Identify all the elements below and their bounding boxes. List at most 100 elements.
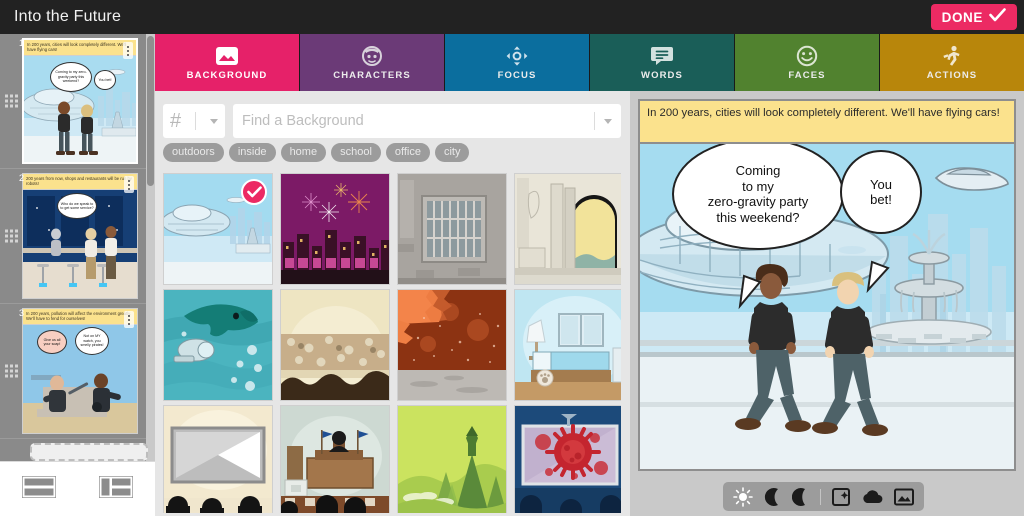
smiley-icon bbox=[795, 45, 819, 67]
crescent-icon[interactable] bbox=[791, 487, 810, 507]
layout-toolbar bbox=[0, 461, 155, 516]
chip-home[interactable]: home bbox=[280, 143, 327, 162]
panel-menu-button[interactable] bbox=[123, 42, 133, 59]
background-grid bbox=[163, 173, 621, 513]
panel-speech-bubble: Not on MY watch, you smelly pirates! bbox=[75, 327, 109, 355]
panel-number: 1 bbox=[19, 38, 25, 48]
layout-mixed-button[interactable] bbox=[98, 474, 134, 503]
tab-label: FOCUS bbox=[497, 69, 537, 81]
background-card-courtroom-bench[interactable] bbox=[280, 405, 390, 513]
panel-thumbnail[interactable]: In 200 years, cities will look completel… bbox=[22, 38, 138, 164]
chip-inside[interactable]: inside bbox=[228, 143, 276, 162]
panel-thumbnail[interactable]: In 200 years, pollution will affect the … bbox=[22, 308, 138, 434]
sun-icon[interactable] bbox=[733, 486, 754, 507]
drag-handle-icon[interactable] bbox=[5, 364, 18, 378]
check-icon bbox=[989, 7, 1006, 27]
panel-artwork: Give us all your soap! Not on MY watch, … bbox=[23, 325, 137, 433]
search-input[interactable] bbox=[242, 113, 594, 129]
done-button[interactable]: DONE bbox=[930, 4, 1017, 30]
panel-speech-bubble: Give us all your soap! bbox=[37, 330, 67, 354]
tab-label: CHARACTERS bbox=[333, 69, 411, 81]
add-panel-dropzone[interactable] bbox=[30, 443, 148, 461]
add-scene-icon[interactable] bbox=[831, 487, 851, 507]
background-card-virus-projection[interactable] bbox=[514, 405, 621, 513]
panel-caption-text[interactable]: In 200 years, cities will look completel… bbox=[640, 101, 1014, 144]
panel-menu-button[interactable] bbox=[124, 176, 134, 193]
list-item[interactable]: 3 In 200 years, pollution will affect th… bbox=[0, 304, 146, 439]
image-icon[interactable] bbox=[893, 488, 914, 506]
background-card-ancient-temple-arch[interactable] bbox=[514, 173, 621, 285]
moon-icon[interactable] bbox=[764, 487, 782, 507]
hash-icon: # bbox=[169, 110, 182, 132]
panel-caption: In 200 years, cities will look completel… bbox=[24, 40, 136, 56]
list-item[interactable]: 2 200 years from now, shops and restaura… bbox=[0, 169, 146, 304]
active-panel[interactable]: In 200 years, cities will look completel… bbox=[638, 99, 1016, 471]
search-field-wrapper[interactable] bbox=[233, 104, 621, 138]
panel-thumbnail[interactable]: 200 years from now, shops and restaurant… bbox=[22, 173, 138, 299]
chip-city[interactable]: city bbox=[434, 143, 470, 162]
editor-tabs: BACKGROUND CHARACTERS FOCUS WORDS FACES … bbox=[155, 34, 1024, 95]
background-card-green-hills-tower[interactable] bbox=[397, 405, 507, 513]
panel-caption: In 200 years, pollution will affect the … bbox=[23, 309, 137, 325]
image-icon bbox=[215, 45, 239, 67]
tab-label: FACES bbox=[788, 69, 826, 81]
panel-menu-button[interactable] bbox=[124, 311, 134, 328]
tab-words[interactable]: WORDS bbox=[590, 34, 735, 91]
tab-label: WORDS bbox=[641, 69, 683, 81]
person-icon bbox=[360, 45, 384, 67]
tab-label: BACKGROUND bbox=[186, 69, 268, 81]
divider bbox=[820, 488, 821, 505]
drag-handle-icon[interactable] bbox=[5, 229, 18, 243]
background-card-prison-cell-window[interactable] bbox=[397, 173, 507, 285]
tab-focus[interactable]: FOCUS bbox=[445, 34, 590, 91]
runner-icon bbox=[940, 45, 964, 67]
app-header: Into the Future DONE bbox=[0, 0, 1024, 34]
page-title: Into the Future bbox=[14, 8, 122, 25]
divider bbox=[594, 112, 595, 130]
panel-characters-icon bbox=[56, 101, 98, 155]
speech-icon bbox=[650, 45, 674, 67]
sidebar-scrollbar[interactable] bbox=[146, 34, 155, 461]
panel-caption: 200 years from now, shops and restaurant… bbox=[23, 174, 137, 190]
tab-faces[interactable]: FACES bbox=[735, 34, 880, 91]
cloud-icon[interactable] bbox=[862, 489, 884, 505]
background-card-fireworks-city-night[interactable] bbox=[280, 173, 390, 285]
storyboard-editor: Into the Future DONE 1 In 200 years, cit… bbox=[0, 0, 1024, 516]
filter-chips: outdoors inside home school office city bbox=[163, 143, 470, 162]
drag-handle-icon[interactable] bbox=[5, 94, 18, 108]
background-card-underwater-whale[interactable] bbox=[163, 289, 273, 401]
background-card-mars-red-cliff[interactable] bbox=[397, 289, 507, 401]
done-button-label: DONE bbox=[941, 9, 983, 25]
tab-label: ACTIONS bbox=[926, 69, 978, 81]
speech-bubble-secondary-text: You bet! bbox=[870, 176, 892, 208]
background-browser: # outdoors inside home school office cit… bbox=[155, 91, 630, 516]
background-card-futuristic-city-plaza[interactable] bbox=[163, 173, 273, 285]
layout-rows-button[interactable] bbox=[21, 474, 57, 503]
background-card-movie-theater-screen[interactable] bbox=[163, 405, 273, 513]
panel-speech-bubble: Who do we speak to to get some service? bbox=[57, 193, 97, 219]
speech-bubble-secondary[interactable]: You bet! bbox=[840, 150, 922, 234]
category-selector[interactable]: # bbox=[163, 104, 225, 138]
search-row: # bbox=[163, 104, 621, 138]
selected-check-badge bbox=[241, 179, 267, 205]
background-card-desert-cave-dunes[interactable] bbox=[280, 289, 390, 401]
list-item[interactable]: 1 In 200 years, cities will look complet… bbox=[0, 34, 146, 169]
chip-office[interactable]: office bbox=[385, 143, 430, 162]
sidebar-scrollbar-thumb[interactable] bbox=[147, 36, 154, 186]
chip-school[interactable]: school bbox=[331, 143, 381, 162]
panel-scene[interactable]: Coming to my zero-gravity party this wee… bbox=[640, 144, 1014, 469]
chevron-down-icon[interactable] bbox=[604, 118, 612, 124]
background-card-bedroom-interior[interactable] bbox=[514, 289, 621, 401]
chevron-down-icon[interactable] bbox=[210, 118, 218, 124]
scene-toolbar bbox=[723, 482, 924, 511]
panel-number: 2 bbox=[19, 173, 25, 183]
tab-actions[interactable]: ACTIONS bbox=[880, 34, 1024, 91]
divider bbox=[195, 112, 197, 130]
panel-number: 3 bbox=[19, 308, 25, 318]
panel-artwork: Who do we speak to to get some service? bbox=[23, 190, 137, 298]
chip-outdoors[interactable]: outdoors bbox=[163, 143, 224, 162]
move-icon bbox=[504, 45, 530, 67]
tab-characters[interactable]: CHARACTERS bbox=[300, 34, 445, 91]
tab-background[interactable]: BACKGROUND bbox=[155, 34, 300, 95]
panel-list-sidebar[interactable]: 1 In 200 years, cities will look complet… bbox=[0, 34, 146, 461]
